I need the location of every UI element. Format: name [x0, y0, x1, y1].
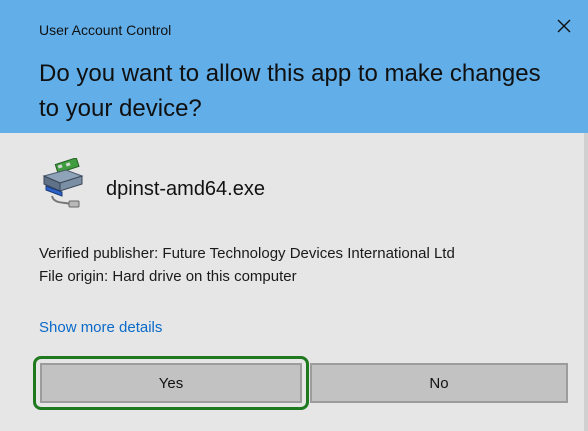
yes-button[interactable]: Yes: [40, 363, 302, 403]
verified-publisher: Verified publisher: Future Technology De…: [39, 245, 455, 262]
app-name: dpinst-amd64.exe: [106, 178, 265, 200]
installer-icon: [38, 157, 90, 210]
window-title: User Account Control: [39, 22, 172, 38]
uac-dialog: User Account Control Do you want to allo…: [0, 0, 588, 431]
dialog-body: dpinst-amd64.exe Verified publisher: Fut…: [0, 133, 588, 431]
window-border: [584, 133, 588, 431]
no-button[interactable]: No: [310, 363, 568, 403]
close-button[interactable]: [552, 14, 576, 38]
show-more-details-link[interactable]: Show more details: [39, 319, 162, 336]
prompt-question: Do you want to allow this app to make ch…: [39, 60, 541, 122]
dialog-header: User Account Control Do you want to allo…: [0, 0, 588, 133]
file-origin: File origin: Hard drive on this computer: [39, 268, 297, 285]
close-icon: [557, 19, 571, 33]
